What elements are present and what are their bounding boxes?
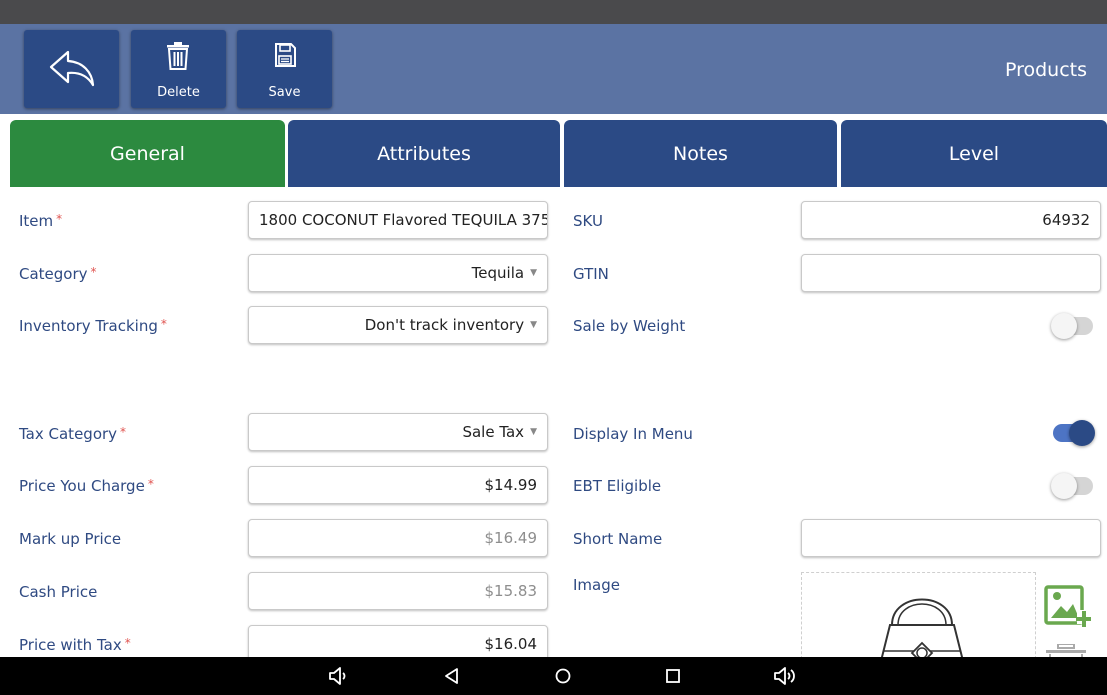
back-triangle-icon[interactable] [442, 666, 462, 686]
item-label: Item * [19, 212, 62, 230]
short-name-label: Short Name [573, 530, 663, 548]
image-label: Image [573, 576, 620, 594]
inventory-tracking-select[interactable]: Don't track inventory ▼ [248, 306, 548, 344]
tax-category-value: Sale Tax [462, 423, 525, 441]
tab-general[interactable]: General [10, 120, 285, 187]
toolbar: Delete Save Products [0, 24, 1107, 114]
delete-button[interactable]: Delete [131, 30, 226, 108]
back-arrow-icon [49, 50, 95, 87]
short-name-field[interactable] [801, 519, 1101, 557]
sale-by-weight-label: Sale by Weight [573, 317, 686, 335]
required-mark: * [124, 636, 131, 650]
toggle-knob [1051, 473, 1077, 499]
required-mark: * [147, 477, 154, 491]
dropdown-caret-icon: ▼ [530, 320, 537, 330]
tax-category-label: Tax Category * [19, 425, 126, 443]
display-in-menu-label: Display In Menu [573, 425, 693, 443]
price-you-charge-label-text: Price You Charge [19, 477, 145, 495]
tab-attributes[interactable]: Attributes [288, 120, 560, 187]
tab-level[interactable]: Level [841, 120, 1107, 187]
category-select[interactable]: Tequila ▼ [248, 254, 548, 292]
category-label: Category * [19, 265, 97, 283]
status-bar [0, 0, 1107, 24]
display-in-menu-toggle[interactable] [1051, 420, 1095, 446]
price-with-tax-label-text: Price with Tax [19, 636, 122, 654]
page-title: Products [1004, 59, 1087, 81]
tax-category-label-text: Tax Category [19, 425, 118, 443]
item-field[interactable]: 1800 COCONUT Flavored TEQUILA 375 [248, 201, 548, 239]
cash-price-field[interactable]: $15.83 [248, 572, 548, 610]
handbag-image [880, 598, 964, 657]
mark-up-price-field[interactable]: $16.49 [248, 519, 548, 557]
required-mark: * [120, 425, 127, 439]
dropdown-caret-icon: ▼ [530, 268, 537, 278]
delete-image-icon[interactable] [1044, 644, 1088, 657]
general-form: Item * 1800 COCONUT Flavored TEQUILA 375 … [0, 187, 1107, 657]
home-circle-icon[interactable] [553, 666, 573, 686]
save-button[interactable]: Save [237, 30, 332, 108]
inventory-tracking-value: Don't track inventory [364, 316, 525, 334]
android-nav-bar [0, 657, 1107, 695]
image-preview[interactable] [801, 572, 1036, 657]
toggle-knob [1069, 420, 1095, 446]
gtin-label: GTIN [573, 265, 609, 283]
price-you-charge-label: Price You Charge * [19, 477, 154, 495]
dropdown-caret-icon: ▼ [530, 427, 537, 437]
required-mark: * [160, 317, 167, 331]
required-mark: * [90, 265, 97, 279]
tab-bar: General Attributes Notes Level [0, 120, 1107, 187]
required-mark: * [56, 212, 63, 226]
inventory-tracking-label-text: Inventory Tracking [19, 317, 158, 335]
cash-price-label: Cash Price [19, 583, 98, 601]
ebt-eligible-toggle[interactable] [1051, 473, 1095, 499]
price-you-charge-field[interactable]: $14.99 [248, 466, 548, 504]
volume-down-icon[interactable] [327, 666, 351, 686]
price-with-tax-label: Price with Tax * [19, 636, 131, 654]
ebt-eligible-label: EBT Eligible [573, 477, 662, 495]
mark-up-price-label: Mark up Price [19, 530, 122, 548]
trash-icon [167, 42, 189, 70]
delete-label: Delete [157, 85, 200, 100]
tab-notes[interactable]: Notes [564, 120, 837, 187]
sku-label: SKU [573, 212, 603, 230]
gtin-field[interactable] [801, 254, 1101, 292]
item-label-text: Item [19, 212, 54, 230]
back-button[interactable] [24, 30, 119, 108]
volume-up-icon[interactable] [772, 666, 800, 686]
inventory-tracking-label: Inventory Tracking * [19, 317, 167, 335]
price-with-tax-field[interactable]: $16.04 [248, 625, 548, 657]
category-value: Tequila [471, 264, 525, 282]
tax-category-select[interactable]: Sale Tax ▼ [248, 413, 548, 451]
save-label: Save [268, 85, 301, 100]
toggle-knob [1051, 313, 1077, 339]
recents-square-icon[interactable] [663, 666, 683, 686]
sku-field[interactable]: 64932 [801, 201, 1101, 239]
sale-by-weight-toggle[interactable] [1051, 313, 1095, 339]
add-image-icon[interactable] [1043, 584, 1091, 632]
floppy-disk-icon [275, 43, 296, 67]
category-label-text: Category [19, 265, 88, 283]
